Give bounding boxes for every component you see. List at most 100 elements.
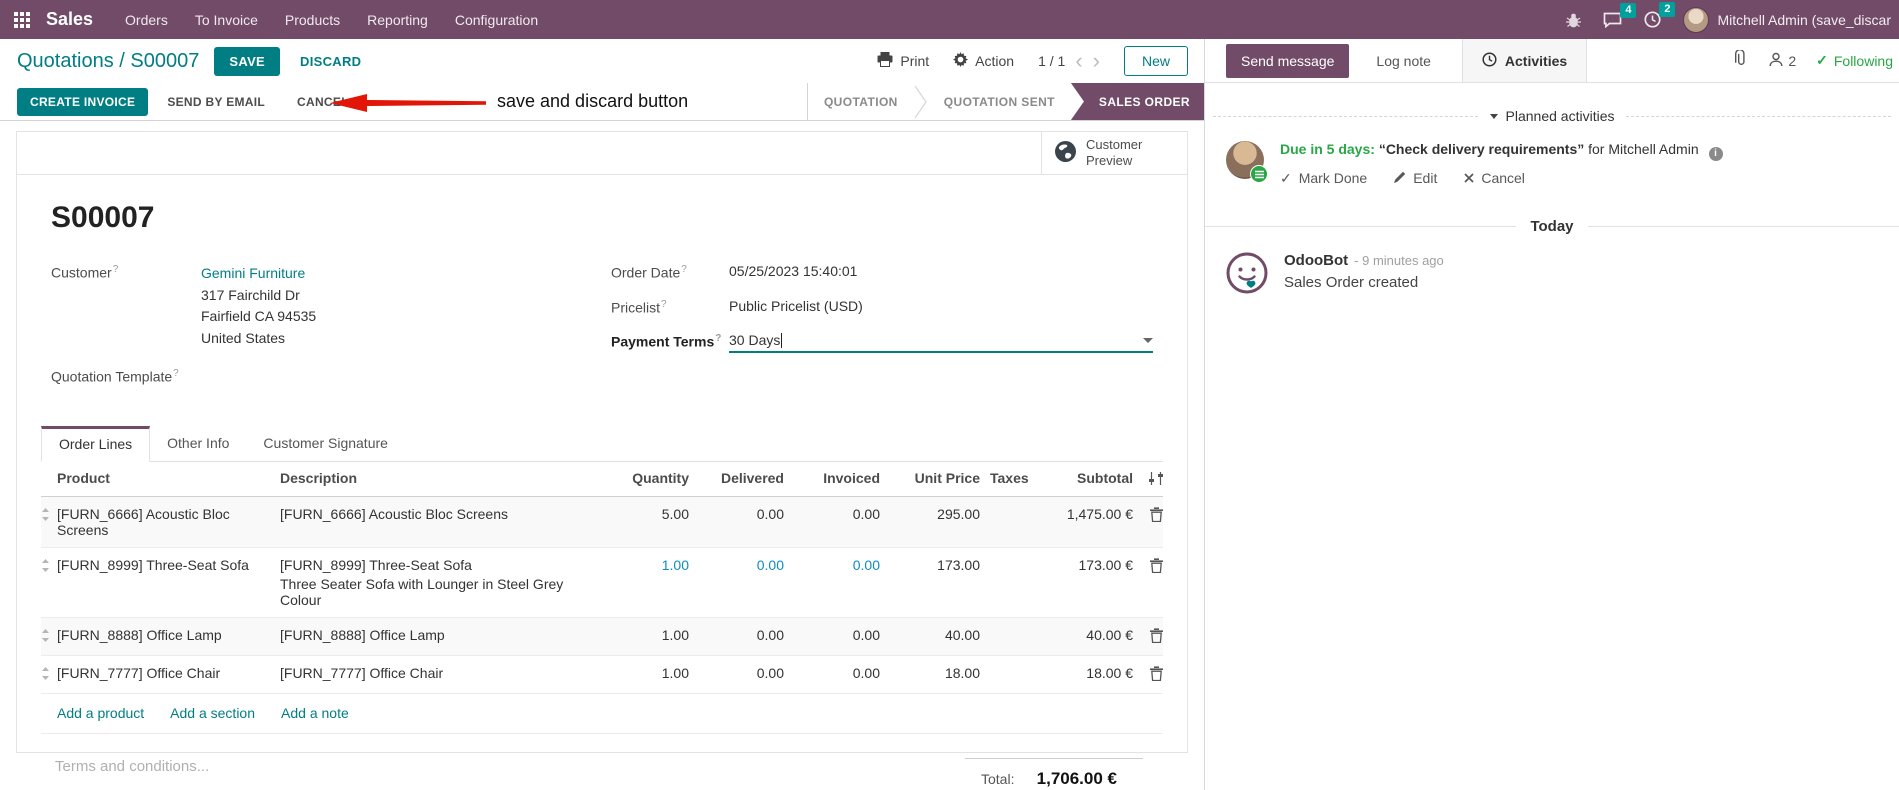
send-message-button[interactable]: Send message — [1226, 43, 1350, 78]
cell-product[interactable]: [FURN_8999] Three-Seat Sofa — [57, 548, 280, 582]
col-unit-price[interactable]: Unit Price — [880, 462, 980, 494]
col-quantity[interactable]: Quantity — [603, 462, 689, 494]
col-delivered[interactable]: Delivered — [689, 462, 784, 494]
cancel-activity-button[interactable]: Cancel — [1464, 170, 1525, 187]
status-quotation-sent[interactable]: QUOTATION SENT — [928, 83, 1071, 120]
breadcrumb[interactable]: Quotations / S00007 — [17, 50, 199, 73]
action-button[interactable]: Action — [953, 52, 1014, 70]
delete-row-icon[interactable] — [1133, 656, 1163, 693]
chevron-down-icon[interactable] — [1143, 337, 1153, 343]
table-row[interactable]: [FURN_6666] Acoustic Bloc Screens [FURN_… — [41, 497, 1163, 549]
drag-handle-icon[interactable] — [41, 548, 57, 584]
payment-terms-input[interactable]: 30 Days — [729, 332, 1153, 354]
cell-invoiced[interactable]: 0.00 — [784, 656, 880, 690]
customer-preview-button[interactable]: Customer Preview — [1041, 132, 1187, 174]
print-button[interactable]: Print — [877, 52, 929, 70]
delete-row-icon[interactable] — [1133, 497, 1163, 534]
edit-activity-button[interactable]: Edit — [1394, 170, 1437, 187]
delete-row-icon[interactable] — [1133, 618, 1163, 655]
pager-previous-icon[interactable]: ‹ — [1075, 50, 1082, 72]
drag-handle-icon[interactable] — [41, 618, 57, 654]
tab-customer-signature[interactable]: Customer Signature — [246, 426, 405, 462]
cell-invoiced[interactable]: 0.00 — [784, 618, 880, 652]
cell-delivered[interactable]: 0.00 — [689, 656, 784, 690]
col-description[interactable]: Description — [280, 462, 603, 494]
add-a-note-link[interactable]: Add a note — [281, 705, 349, 721]
menu-products[interactable]: Products — [285, 12, 340, 28]
app-name[interactable]: Sales — [46, 9, 93, 30]
log-note-button[interactable]: Log note — [1376, 53, 1431, 69]
paperclip-icon[interactable] — [1734, 48, 1749, 72]
new-button[interactable]: New — [1123, 46, 1188, 76]
cell-unit-price[interactable]: 295.00 — [880, 497, 980, 531]
cell-delivered[interactable]: 0.00 — [689, 618, 784, 652]
col-product[interactable]: Product — [57, 462, 280, 494]
terms-and-conditions-placeholder[interactable]: Terms and conditions... — [55, 758, 209, 789]
cell-description[interactable]: [FURN_8999] Three-Seat Sofa Three Seater… — [280, 548, 603, 617]
breadcrumb-quotations[interactable]: Quotations — [17, 50, 114, 72]
cell-delivered[interactable]: 0.00 — [689, 548, 784, 582]
col-subtotal[interactable]: Subtotal — [1045, 462, 1133, 494]
cell-description[interactable]: [FURN_6666] Acoustic Bloc Screens — [280, 497, 603, 531]
save-button[interactable]: SAVE — [214, 46, 281, 76]
menu-to-invoice[interactable]: To Invoice — [195, 12, 258, 28]
cell-unit-price[interactable]: 18.00 — [880, 656, 980, 690]
cell-quantity[interactable]: 5.00 — [603, 497, 689, 531]
cell-product[interactable]: [FURN_8888] Office Lamp — [57, 618, 280, 652]
menu-configuration[interactable]: Configuration — [455, 12, 538, 28]
followers-button[interactable]: 2 — [1769, 52, 1796, 70]
planned-activities-toggle[interactable]: Planned activities — [1489, 108, 1614, 124]
cell-description[interactable]: [FURN_8888] Office Lamp — [280, 618, 603, 652]
add-a-section-link[interactable]: Add a section — [170, 705, 255, 721]
col-invoiced[interactable]: Invoiced — [784, 462, 880, 494]
customer-link[interactable]: Gemini Furniture — [201, 263, 316, 285]
table-row[interactable]: [FURN_8888] Office Lamp [FURN_8888] Offi… — [41, 618, 1163, 657]
add-a-product-link[interactable]: Add a product — [57, 705, 144, 721]
cell-unit-price[interactable]: 40.00 — [880, 618, 980, 652]
user-menu[interactable]: Mitchell Admin (save_discar — [1683, 6, 1891, 33]
cell-delivered[interactable]: 0.00 — [689, 497, 784, 531]
optional-columns-icon[interactable] — [1133, 462, 1163, 496]
cell-taxes[interactable] — [980, 497, 1045, 515]
cell-quantity[interactable]: 1.00 — [603, 548, 689, 582]
message-author[interactable]: OdooBot — [1284, 252, 1348, 269]
cell-quantity[interactable]: 1.00 — [603, 618, 689, 652]
info-icon[interactable]: i — [1708, 146, 1723, 161]
menu-reporting[interactable]: Reporting — [367, 12, 428, 28]
discard-button[interactable]: DISCARD — [300, 54, 361, 69]
pager-next-icon[interactable]: › — [1093, 50, 1100, 72]
menu-orders[interactable]: Orders — [125, 12, 168, 28]
drag-handle-icon[interactable] — [41, 497, 57, 533]
table-row[interactable]: [FURN_8999] Three-Seat Sofa [FURN_8999] … — [41, 548, 1163, 619]
cell-taxes[interactable] — [980, 618, 1045, 636]
delete-row-icon[interactable] — [1133, 548, 1163, 585]
tab-other-info[interactable]: Other Info — [150, 426, 246, 462]
order-date-value[interactable]: 05/25/2023 15:40:01 — [729, 263, 857, 279]
activities-tab[interactable]: Activities — [1461, 39, 1588, 82]
activities-clock-icon[interactable]: 2 — [1644, 2, 1676, 28]
col-taxes[interactable]: Taxes — [980, 462, 1045, 494]
debug-bug-icon[interactable] — [1566, 12, 1582, 28]
messages-icon[interactable]: 4 — [1603, 2, 1637, 28]
send-by-email-button[interactable]: SEND BY EMAIL — [154, 88, 278, 116]
tab-order-lines[interactable]: Order Lines — [41, 426, 151, 463]
cell-invoiced[interactable]: 0.00 — [784, 497, 880, 531]
mark-done-button[interactable]: ✓ Mark Done — [1280, 170, 1367, 187]
status-quotation[interactable]: QUOTATION — [808, 83, 914, 120]
cell-taxes[interactable] — [980, 548, 1045, 566]
pricelist-value[interactable]: Public Pricelist (USD) — [729, 298, 863, 314]
odoobot-avatar[interactable] — [1226, 252, 1268, 299]
cell-description[interactable]: [FURN_7777] Office Chair — [280, 656, 603, 690]
cell-product[interactable]: [FURN_7777] Office Chair — [57, 656, 280, 690]
cell-taxes[interactable] — [980, 656, 1045, 674]
apps-menu-icon[interactable] — [14, 11, 30, 28]
cell-product[interactable]: [FURN_6666] Acoustic Bloc Screens — [57, 497, 280, 547]
cell-unit-price[interactable]: 173.00 — [880, 548, 980, 582]
cell-quantity[interactable]: 1.00 — [603, 656, 689, 690]
following-button[interactable]: ✓ Following — [1816, 52, 1893, 69]
cell-invoiced[interactable]: 0.00 — [784, 548, 880, 582]
create-invoice-button[interactable]: CREATE INVOICE — [17, 87, 149, 116]
table-row[interactable]: [FURN_7777] Office Chair [FURN_7777] Off… — [41, 656, 1163, 695]
status-sales-order[interactable]: SALES ORDER — [1070, 83, 1204, 120]
drag-handle-icon[interactable] — [41, 656, 57, 692]
